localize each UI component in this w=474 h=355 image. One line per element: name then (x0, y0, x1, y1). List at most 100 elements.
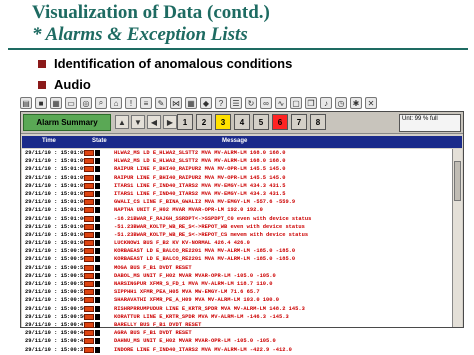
cascade-icon[interactable]: ❐ (305, 97, 317, 109)
alarm-state-icon (84, 305, 94, 312)
network-icon[interactable]: ⋈ (170, 97, 182, 109)
alarm-message: -51.23BWAR_KOLTP_WB_RE_S<->REPOT_WB even… (114, 223, 305, 230)
arrow-left-icon[interactable]: ◀ (147, 115, 161, 129)
alarm-message: HLWA2_MS LD E_HLWA2_SLSTT2 MVA MV-ALRM-L… (114, 150, 286, 156)
arrow-down-icon[interactable]: ▼ (131, 115, 145, 129)
alarm-state-icon (84, 321, 94, 328)
alarm-message: AGRA BUS F_B1 DVDT RESET (114, 330, 192, 337)
slide-title: Visualization of Data (contd.) (32, 2, 270, 23)
alarm-row[interactable]: 29/11/10 : 15:00:37 INDORE LINE F_IND40_I… (22, 346, 452, 354)
alarm-row[interactable]: 29/11/10 : 15:01:09 RAIPUR LINE F_BHI40_R… (22, 165, 452, 173)
alarm-level-button[interactable]: 4 (234, 114, 250, 130)
arrow-up-icon[interactable]: ▲ (115, 115, 129, 129)
chart-icon[interactable]: ≡ (140, 97, 152, 109)
bullet-item: Identification of anomalous conditions (38, 56, 292, 71)
alarm-row[interactable]: 29/11/10 : 15:00:50 SHARAVATHI XFMR_PE_A_… (22, 296, 452, 304)
alarm-row[interactable]: 29/11/10 : 15:01:06 -51.23BWAR_KOLTP_WB_R… (22, 223, 452, 231)
alarm-row[interactable]: 29/11/10 : 15:00:52 DABOL_MS UNIT F_H02 M… (22, 272, 452, 280)
alarm-row[interactable]: 29/11/10 : 15:01:09 HLWA2_MS LD E_HLWA2_S… (22, 157, 452, 165)
alarm-level-button[interactable]: 6 (272, 114, 288, 130)
alarm-time: 29/11/10 : 15:00:50 (25, 313, 87, 320)
bell-icon[interactable]: ♪ (320, 97, 332, 109)
print-icon[interactable]: ▦ (50, 97, 62, 109)
alarm-level-button[interactable]: 3 (215, 114, 231, 130)
alarm-state-icon (84, 240, 94, 247)
alarm-state-icon (84, 248, 94, 255)
alarm-time: 29/11/10 : 15:01:09 (25, 166, 87, 173)
alarm-level-button[interactable]: 5 (253, 114, 269, 130)
alarm-row[interactable]: 29/11/10 : 15:00:51 SIPPHH1 XFMR_PEA_H05 … (22, 288, 452, 296)
alarm-row[interactable]: 29/11/10 : 15:01:06 -51.23BWAR_KOLTP_WB_R… (22, 231, 452, 239)
window-icon[interactable]: ▢ (290, 97, 302, 109)
alarm-summary-tab[interactable]: Alarm Summary (23, 114, 111, 131)
alarm-level-button[interactable]: 8 (310, 114, 326, 130)
save-icon[interactable]: ■ (35, 97, 47, 109)
alarm-level-button[interactable]: 2 (196, 114, 212, 130)
ack-marker-icon (95, 330, 100, 337)
bullet-text: Identification of anomalous conditions (54, 56, 293, 71)
zoom-icon[interactable]: ◎ (80, 97, 92, 109)
list-icon[interactable]: ☰ (230, 97, 242, 109)
alarm-row[interactable]: 29/11/10 : 15:00:44 AGRA BUS F_B1 DVDT RE… (22, 329, 452, 337)
open-icon[interactable]: ▤ (20, 97, 32, 109)
alarm-state-icon (84, 150, 94, 156)
arrow-right-icon[interactable]: ▶ (163, 115, 177, 129)
column-header-message[interactable]: Message (222, 138, 247, 144)
alarm-row[interactable]: 29/11/10 : 15:00:47 BARELLY BUS F_B1 DVDT… (22, 321, 452, 329)
ack-marker-icon (95, 272, 100, 279)
alarm-time: 29/11/10 : 15:01:06 (25, 207, 87, 214)
clock-icon[interactable]: ◷ (335, 97, 347, 109)
alarm-time: 29/11/10 : 15:01:09 (25, 174, 87, 181)
vertical-scrollbar[interactable] (452, 149, 462, 327)
column-header-time[interactable]: Time (42, 138, 56, 144)
alarm-state-icon (84, 313, 94, 320)
alarm-message: NAPTHA UNIT F_H02 MVAR MVAR-OPR-LM 192.0… (114, 207, 263, 214)
tag-icon[interactable]: ◆ (200, 97, 212, 109)
find-icon[interactable]: ⌕ (95, 97, 107, 109)
alarm-state-icon (84, 190, 94, 197)
column-header-state[interactable]: State (92, 138, 107, 144)
alarm-time: 29/11/10 : 15:00:50 (25, 305, 87, 312)
bullet-square-icon (38, 80, 46, 89)
alarm-row[interactable]: 29/11/10 : 15:01:09 ITARS1 LINE F_IND40_I… (22, 190, 452, 198)
alarm-time: 29/11/10 : 15:00:52 (25, 272, 87, 279)
alarm-row[interactable]: 29/11/10 : 15:00:43 DAHNU_MS UNIT E_H02 M… (22, 337, 452, 345)
alarm-row[interactable]: 29/11/10 : 15:01:06 LUCKNOW1 BUS F_B2 KV … (22, 239, 452, 247)
ack-marker-icon (95, 248, 100, 255)
exit-icon[interactable]: ✕ (365, 97, 377, 109)
alarm-level-button[interactable]: 1 (177, 114, 193, 130)
alarm-row[interactable]: 29/11/10 : 15:00:51 NARSINGPUR XFMR_S_FD_… (22, 280, 452, 288)
alarm-row[interactable]: 29/11/10 : 15:01:06 -16.21BWAR_F_RAJGH_SS… (22, 215, 452, 223)
alarm-row[interactable]: 29/11/10 : 15:01:06 GWALI_CS LINE F_BINA_… (22, 198, 452, 206)
alarm-state-icon (84, 223, 94, 230)
alarm-icon[interactable]: ! (125, 97, 137, 109)
home-icon[interactable]: ⌂ (110, 97, 122, 109)
alarm-row[interactable]: 29/11/10 : 15:00:56 KORBAEAST LD E_BALCO_… (22, 247, 452, 255)
alarm-row[interactable]: 29/11/10 : 15:00:50 KORATTUR LINE E_KRTR_… (22, 313, 452, 321)
alarm-row[interactable]: 29/11/10 : 15:01:06 NAPTHA UNIT F_H02 MVA… (22, 206, 452, 214)
help-icon[interactable]: ? (215, 97, 227, 109)
alarm-state-icon (84, 346, 94, 353)
alarm-level-buttons: 1 2 3 4 5 6 7 8 (177, 114, 326, 130)
alarm-row[interactable]: 29/11/10 : 15:00:53 MOGA BUS F_B1 DVDT RE… (22, 264, 452, 272)
scrollbar-thumb[interactable] (454, 161, 461, 201)
alarm-row[interactable]: 29/11/10 : 15:00:50 RISHRPRRUMPUDUR LINE … (22, 305, 452, 313)
ack-marker-icon (95, 231, 100, 238)
alarm-row[interactable]: 29/11/10 : 15:01:09 ITARS1 LINE F_IND40_I… (22, 182, 452, 190)
trend-icon[interactable]: ∿ (275, 97, 287, 109)
alarm-level-button[interactable]: 7 (291, 114, 307, 130)
refresh-icon[interactable]: ↻ (245, 97, 257, 109)
display-icon[interactable]: ▭ (65, 97, 77, 109)
alarm-state-icon (84, 174, 94, 181)
alarm-row[interactable]: 29/11/10 : 15:00:56 KORBAEAST LD E_BALCO_… (22, 255, 452, 263)
alarm-row[interactable]: 29/11/10 : 15:01:09 RAIPUR LINE F_BHI40_R… (22, 174, 452, 182)
tool-icon[interactable]: ✎ (155, 97, 167, 109)
link-icon[interactable]: ∞ (260, 97, 272, 109)
alarm-message: GWALI_CS LINE F_BINA_GWALI2 MVA MV-EMGY-… (114, 199, 296, 206)
alarm-row[interactable]: 29/11/10 : 15:01:09 HLWA2_MS LD E_HLWA2_S… (22, 149, 452, 157)
alarm-message: KORBAEAST LD E_BALCO_RE2201 MVA MV-ALRM-… (114, 256, 296, 263)
settings-icon[interactable]: ✱ (350, 97, 362, 109)
alarm-state-icon (84, 231, 94, 238)
slide-subtitle: * Alarms & Exception Lists (32, 24, 248, 45)
grid-icon[interactable]: ▦ (185, 97, 197, 109)
